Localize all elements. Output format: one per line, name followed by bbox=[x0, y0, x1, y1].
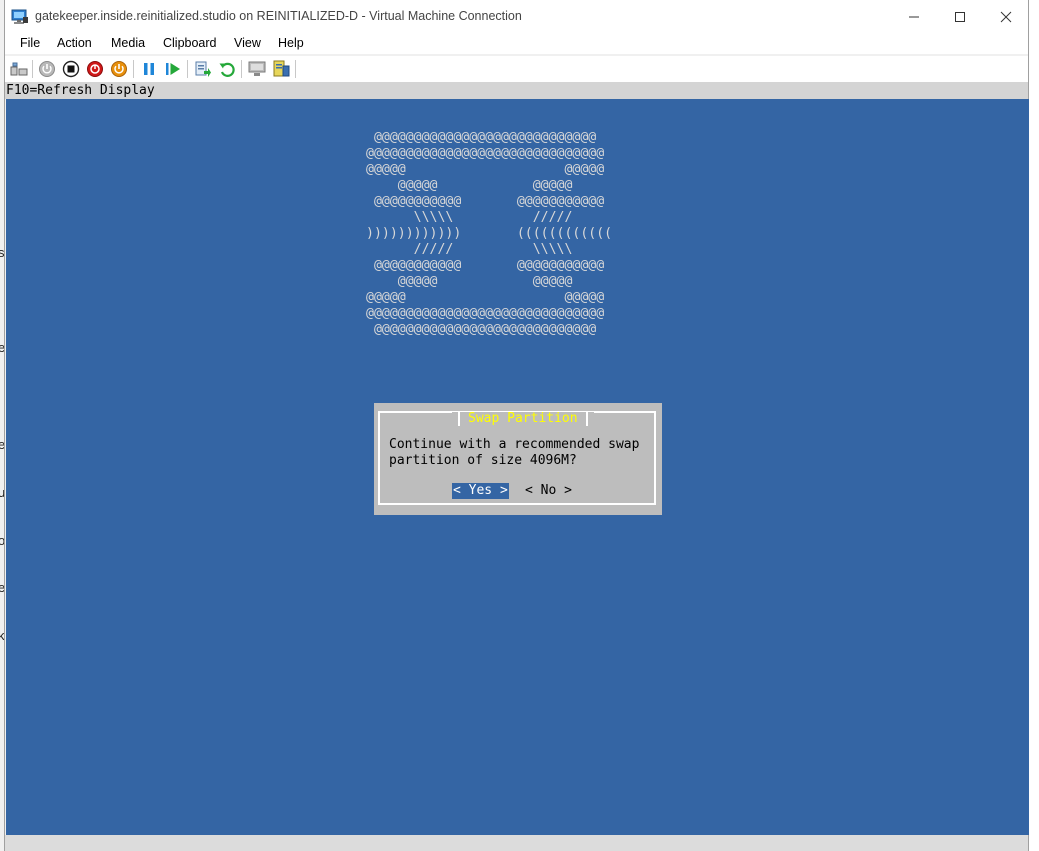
dialog-title-bar: Swap Partition bbox=[452, 412, 594, 426]
basic-session-icon[interactable] bbox=[248, 60, 266, 78]
close-button[interactable] bbox=[983, 0, 1029, 34]
ascii-art-logo: @@@@@@@@@@@@@@@@@@@@@@@@@@@@ @@@@@@@@@@@… bbox=[366, 130, 613, 337]
dialog-message: Continue with a recommended swap partiti… bbox=[389, 437, 640, 468]
maximize-icon bbox=[955, 12, 965, 22]
menu-view[interactable]: View bbox=[234, 36, 261, 50]
toolbar-separator bbox=[295, 60, 296, 78]
toolbar-separator bbox=[32, 60, 33, 78]
resume-icon[interactable] bbox=[164, 60, 182, 78]
menu-help[interactable]: Help bbox=[278, 36, 304, 50]
hint-bar: F10=Refresh Display bbox=[5, 82, 1028, 99]
enhanced-session-icon[interactable] bbox=[272, 60, 290, 78]
no-button[interactable]: < No > bbox=[524, 483, 573, 499]
start-icon[interactable] bbox=[38, 60, 56, 78]
swap-partition-dialog: Swap Partition Continue with a recommend… bbox=[374, 403, 662, 515]
title-bar[interactable]: gatekeeper.inside.reinitialized.studio o… bbox=[5, 0, 1028, 34]
menu-action[interactable]: Action bbox=[57, 36, 92, 50]
toolbar-separator bbox=[133, 60, 134, 78]
turn-off-icon[interactable] bbox=[62, 60, 80, 78]
toolbar-separator bbox=[241, 60, 242, 78]
revert-icon[interactable] bbox=[218, 60, 236, 78]
maximize-button[interactable] bbox=[937, 0, 983, 34]
ctrl-alt-del-icon[interactable] bbox=[10, 60, 28, 78]
vm-connection-icon bbox=[11, 9, 28, 24]
yes-button[interactable]: < Yes > bbox=[452, 483, 509, 499]
menu-media[interactable]: Media bbox=[111, 36, 145, 50]
vm-connection-window: gatekeeper.inside.reinitialized.studio o… bbox=[4, 0, 1029, 851]
vm-console-screen[interactable]: @@@@@@@@@@@@@@@@@@@@@@@@@@@@ @@@@@@@@@@@… bbox=[6, 99, 1029, 835]
toolbar-separator bbox=[187, 60, 188, 78]
minimize-button[interactable] bbox=[891, 0, 937, 34]
status-bar bbox=[5, 835, 1028, 851]
title-bracket-right bbox=[585, 412, 588, 426]
shutdown-icon[interactable] bbox=[86, 60, 104, 78]
refresh-hint: F10=Refresh Display bbox=[6, 83, 155, 98]
menu-clipboard[interactable]: Clipboard bbox=[163, 36, 217, 50]
menu-file[interactable]: File bbox=[20, 36, 40, 50]
toolbar bbox=[5, 56, 1028, 83]
close-icon bbox=[1000, 11, 1012, 23]
power-icon[interactable] bbox=[110, 60, 128, 78]
dialog-title: Swap Partition bbox=[468, 411, 578, 426]
menu-bar: File Action Media Clipboard View Help bbox=[5, 34, 1028, 54]
checkpoint-icon[interactable] bbox=[194, 60, 212, 78]
pause-icon[interactable] bbox=[140, 60, 158, 78]
minimize-icon bbox=[909, 16, 919, 18]
window-title: gatekeeper.inside.reinitialized.studio o… bbox=[35, 9, 522, 23]
